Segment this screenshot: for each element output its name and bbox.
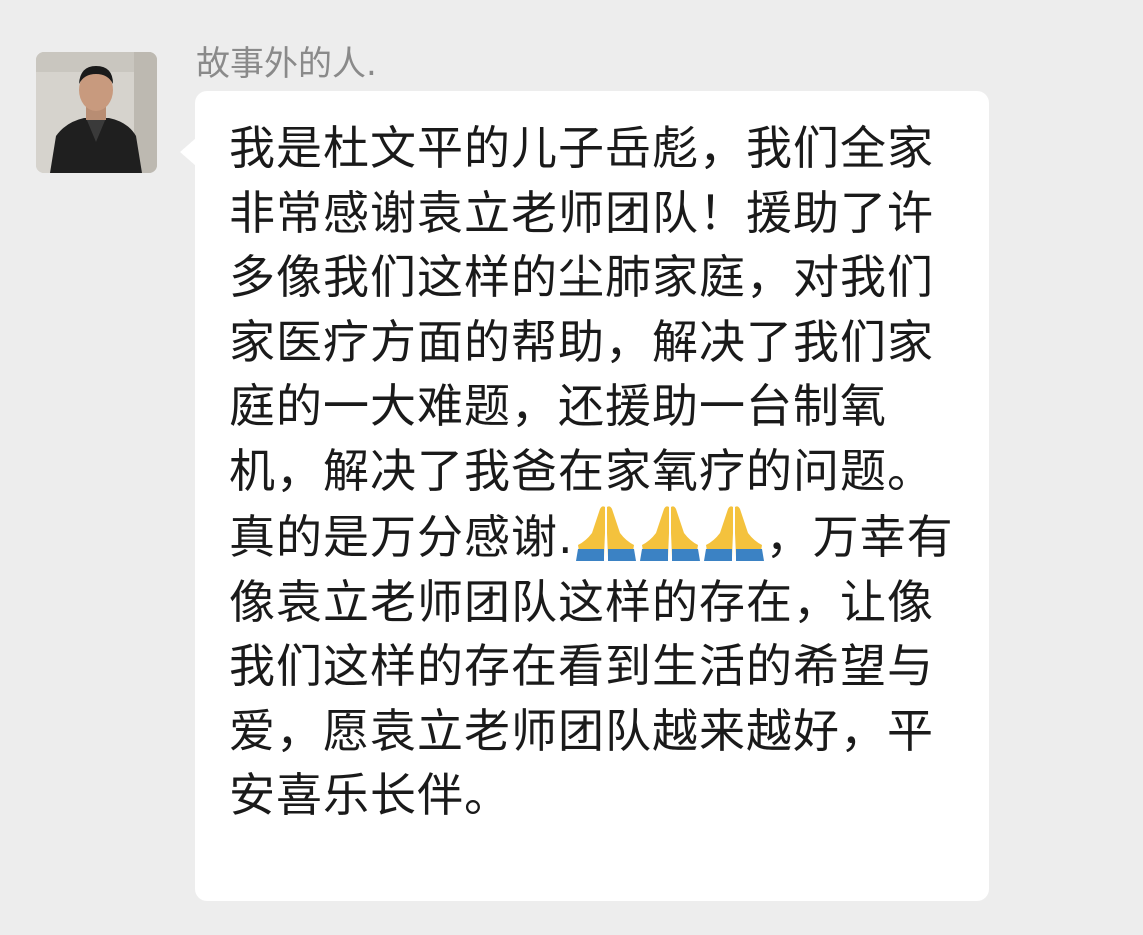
folded-hands-icon: [574, 503, 638, 561]
bubble-tail: [180, 138, 196, 166]
folded-hands-icon: [638, 503, 702, 561]
person-photo-icon: [36, 52, 157, 173]
sender-avatar[interactable]: [36, 52, 157, 173]
message-text[interactable]: 我是杜文平的儿子岳彪，我们全家非常感谢袁立老师团队！援助了许多像我们这样的尘肺家…: [229, 116, 957, 828]
message-segment-1: 我是杜文平的儿子岳彪，我们全家非常感谢袁立老师团队！援助了许多像我们这样的尘肺家…: [229, 121, 934, 564]
folded-hands-icon: [702, 503, 766, 561]
sender-name: 故事外的人.: [196, 44, 377, 84]
